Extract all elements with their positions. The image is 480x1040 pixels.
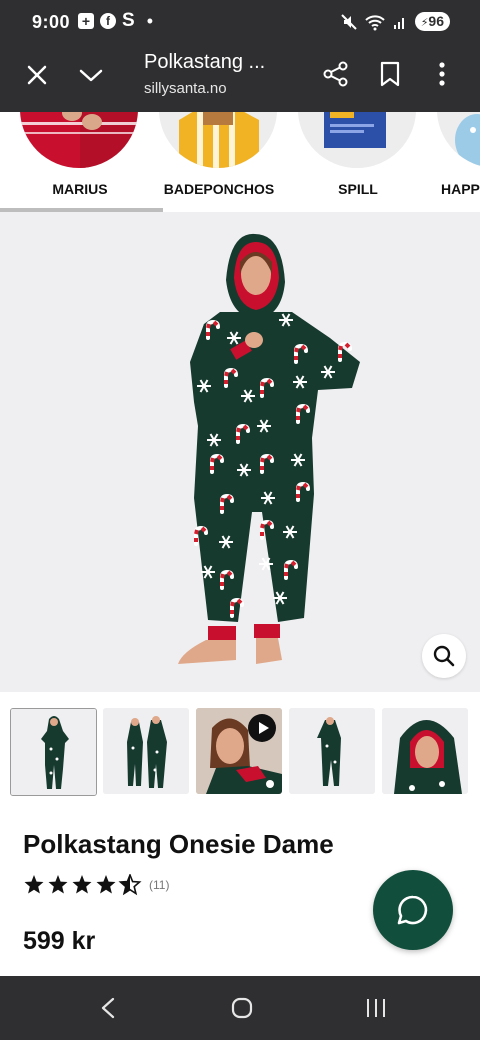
chat-bubble-icon — [397, 895, 428, 925]
product-rating[interactable]: (11) — [23, 874, 169, 896]
thumbnail-strip — [10, 708, 480, 796]
signal-icon — [393, 17, 404, 29]
recent-apps-icon[interactable] — [364, 996, 388, 1020]
facebook-icon: f — [100, 13, 116, 29]
review-count[interactable]: (11) — [149, 878, 169, 892]
dot-icon: • — [146, 11, 153, 31]
category-label: BADEPONCHOS — [163, 181, 275, 197]
category-label: HAPP — [441, 181, 480, 197]
mute-icon — [340, 13, 357, 30]
category-image — [159, 112, 277, 168]
star-rating-icons — [24, 874, 141, 895]
bookmark-icon[interactable] — [378, 60, 402, 88]
status-bar: 9:00 + f S • ⚡96 — [0, 0, 480, 44]
chevron-down-icon[interactable] — [78, 64, 104, 86]
category-label: MARIUS — [52, 181, 108, 197]
zoom-icon[interactable] — [422, 634, 466, 678]
chat-button[interactable] — [373, 870, 453, 950]
home-icon[interactable] — [230, 996, 254, 1020]
battery-indicator: ⚡96 — [414, 12, 450, 31]
category-label: SPILL — [338, 181, 378, 197]
s-icon: S — [122, 10, 135, 31]
category-image — [20, 112, 138, 168]
status-time: 9:00 — [32, 12, 71, 32]
thumbnail-2[interactable] — [103, 708, 189, 794]
more-vert-icon[interactable] — [432, 60, 452, 88]
browser-toolbar: Polkastang ... sillysanta.no — [0, 44, 480, 112]
category-item-spill[interactable]: SPILL — [288, 112, 428, 212]
battery-level: 96 — [428, 13, 444, 29]
product-main-image[interactable] — [0, 212, 480, 692]
thumbnail-1[interactable] — [10, 708, 97, 796]
category-image — [437, 112, 480, 168]
thumbnail-5[interactable] — [382, 708, 468, 794]
product-title: Polkastang Onesie Dame — [23, 829, 334, 859]
page-title[interactable]: Polkastang ... — [144, 51, 265, 74]
status-left-icons: + f S • — [78, 10, 153, 31]
thumbnail-3-video[interactable] — [196, 708, 282, 794]
close-icon[interactable] — [26, 64, 48, 86]
category-item-badeponchos[interactable]: BADEPONCHOS — [149, 112, 289, 212]
news-icon: + — [78, 13, 94, 29]
page-url[interactable]: sillysanta.no — [144, 80, 227, 97]
category-item-happ[interactable]: HAPP — [427, 112, 480, 212]
wifi-icon — [364, 14, 385, 30]
product-price: 599 kr — [23, 927, 96, 955]
system-nav-bar — [0, 976, 480, 1040]
category-strip: MARIUS BADEPONCHOS SPILL HAPP — [0, 112, 480, 212]
category-image — [298, 112, 416, 168]
status-right-icons: ⚡96 — [340, 12, 450, 31]
share-icon[interactable] — [322, 60, 350, 88]
back-icon[interactable] — [98, 996, 118, 1020]
play-icon[interactable] — [248, 714, 276, 742]
thumbnail-4[interactable] — [289, 708, 375, 794]
category-item-marius[interactable]: MARIUS — [10, 112, 150, 212]
